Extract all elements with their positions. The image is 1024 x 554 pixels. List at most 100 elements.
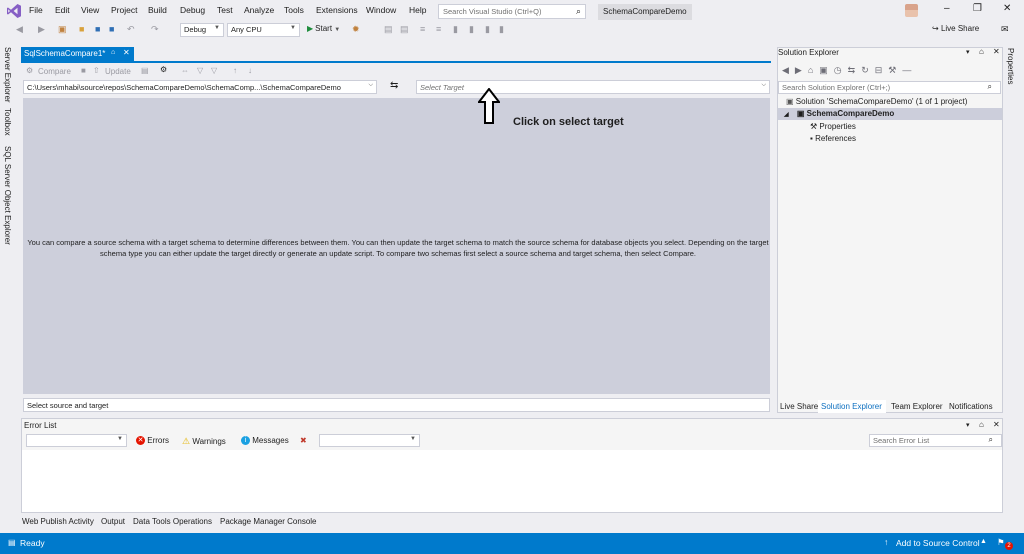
preview-icon[interactable]: — bbox=[902, 65, 917, 75]
previous-change-icon[interactable]: ↑ bbox=[233, 66, 237, 75]
tab-live-share[interactable]: Live Share bbox=[780, 402, 818, 411]
options-gear-icon[interactable]: ⚙ bbox=[160, 65, 167, 74]
back-icon[interactable]: ◀ bbox=[782, 65, 795, 75]
search-error-list-input[interactable]: Search Error List ⌕ bbox=[869, 434, 1002, 447]
feedback-icon[interactable]: ✉ bbox=[1001, 24, 1009, 35]
tab-web-publish-activity[interactable]: Web Publish Activity bbox=[22, 517, 94, 526]
filter-equal-icon[interactable]: ▽ bbox=[211, 66, 217, 75]
save-icon[interactable]: ■ bbox=[95, 24, 100, 34]
expand-arrow-icon[interactable]: ◢ bbox=[784, 112, 789, 118]
clear-filter-icon[interactable]: ✖ bbox=[300, 436, 307, 445]
tab-package-manager-console[interactable]: Package Manager Console bbox=[220, 517, 317, 526]
menu-debug[interactable]: Debug bbox=[180, 5, 205, 15]
window-position-icon[interactable]: ▾ bbox=[966, 48, 970, 56]
close-tab-icon[interactable]: ✕ bbox=[123, 48, 130, 57]
properties-side-tab[interactable]: Properties bbox=[1006, 48, 1015, 84]
search-solution-explorer-input[interactable]: Search Solution Explorer (Ctrl+;) ⌕ bbox=[778, 81, 1001, 94]
tab-team-explorer[interactable]: Team Explorer bbox=[891, 402, 943, 411]
step-over-icon[interactable]: ▤ bbox=[400, 24, 409, 35]
save-all-icon[interactable]: ■ bbox=[109, 24, 114, 34]
add-to-source-control-button[interactable]: Add to Source Control bbox=[896, 538, 980, 548]
pin-icon[interactable]: ⌂ bbox=[111, 49, 115, 56]
menu-build[interactable]: Build bbox=[148, 5, 167, 15]
window-position-icon[interactable]: ▾ bbox=[966, 421, 970, 429]
tab-solution-explorer[interactable]: Solution Explorer bbox=[818, 400, 886, 413]
properties-wrench-icon[interactable]: ⚒ bbox=[888, 65, 902, 75]
notifications-bell-icon[interactable]: ⚑ bbox=[997, 537, 1005, 548]
pin-icon[interactable]: ⌂ bbox=[979, 47, 984, 56]
source-schema-dropdown[interactable]: C:\Users\mhabi\source\repos\SchemaCompar… bbox=[23, 80, 377, 94]
menu-window[interactable]: Window bbox=[366, 5, 396, 15]
target-schema-dropdown[interactable]: Select Target ⌵ bbox=[416, 80, 770, 94]
toolbox-tab[interactable]: Toolbox bbox=[3, 108, 12, 136]
menu-analyze[interactable]: Analyze bbox=[244, 5, 274, 15]
generate-script-icon[interactable]: ▤ bbox=[141, 66, 149, 75]
user-avatar[interactable] bbox=[905, 4, 918, 17]
forward-icon[interactable]: ▶ bbox=[38, 24, 45, 35]
minimize-icon[interactable]: – bbox=[944, 3, 950, 14]
refresh-icon[interactable]: ↻ bbox=[861, 65, 875, 75]
tree-item-solution[interactable]: ▣ Solution 'SchemaCompareDemo' (1 of 1 p… bbox=[786, 97, 967, 106]
error-scope-dropdown[interactable]: ▼ bbox=[26, 434, 127, 447]
annotation-up-arrow-icon bbox=[478, 88, 500, 124]
sync-icon[interactable]: ⇆ bbox=[848, 65, 862, 75]
comment-icon[interactable]: ≡ bbox=[420, 24, 425, 34]
undo-icon[interactable]: ↶ bbox=[127, 24, 135, 35]
warnings-filter-toggle[interactable]: ⚠ Warnings bbox=[182, 436, 226, 447]
step-icon[interactable]: ▤ bbox=[384, 24, 393, 35]
bookmark-next-icon[interactable]: ▮ bbox=[485, 24, 490, 35]
sql-server-object-explorer-tab[interactable]: SQL Server Object Explorer bbox=[3, 146, 12, 245]
redo-icon[interactable]: ↷ bbox=[151, 24, 159, 35]
tab-sqlschemacompare[interactable]: SqlSchemaCompare1* ⌂ ✕ bbox=[21, 47, 134, 61]
uncomment-icon[interactable]: ≡ bbox=[436, 24, 441, 34]
group-results-icon[interactable]: ⇔ bbox=[181, 66, 189, 75]
browser-link-icon[interactable]: ✹ bbox=[352, 24, 360, 35]
tab-data-tools-operations[interactable]: Data Tools Operations bbox=[133, 517, 212, 526]
pending-changes-icon[interactable]: ◷ bbox=[834, 65, 848, 75]
menu-edit[interactable]: Edit bbox=[55, 5, 70, 15]
update-icon: ⇧ bbox=[93, 66, 100, 75]
build-intellisense-dropdown[interactable]: ▼ bbox=[319, 434, 420, 447]
collapse-icon[interactable]: ⊟ bbox=[875, 65, 889, 75]
open-folder-icon[interactable]: ■ bbox=[79, 24, 84, 34]
menu-test[interactable]: Test bbox=[217, 5, 233, 15]
bookmark-prev-icon[interactable]: ▮ bbox=[469, 24, 474, 35]
tree-item-project[interactable]: ◢ ▣ SchemaCompareDemo bbox=[784, 109, 894, 118]
tab-output[interactable]: Output bbox=[101, 517, 125, 526]
errors-filter-toggle[interactable]: ✕ Errors bbox=[136, 436, 169, 446]
menu-project[interactable]: Project bbox=[111, 5, 137, 15]
solution-platform-dropdown[interactable]: Any CPU ▼ bbox=[227, 23, 300, 37]
menu-file[interactable]: File bbox=[29, 5, 43, 15]
swap-source-target-icon[interactable]: ⇆ bbox=[390, 80, 398, 91]
new-project-icon[interactable]: ▣ bbox=[58, 24, 67, 35]
messages-filter-toggle[interactable]: i Messages bbox=[241, 436, 289, 446]
solution-configuration-dropdown[interactable]: Debug ▼ bbox=[180, 23, 224, 37]
tree-item-properties[interactable]: ⚒ Properties bbox=[810, 122, 856, 131]
back-icon[interactable]: ◀ bbox=[16, 24, 23, 35]
update-button[interactable]: Update bbox=[105, 67, 131, 76]
restore-icon[interactable]: ❐ bbox=[973, 3, 982, 14]
live-share-button[interactable]: ↪ Live Share bbox=[932, 24, 979, 33]
menu-tools[interactable]: Tools bbox=[284, 5, 304, 15]
stop-icon[interactable]: ■ bbox=[81, 66, 86, 75]
filter-icon[interactable]: ▽ bbox=[197, 66, 203, 75]
start-button[interactable]: ▶ Start ▼ bbox=[307, 24, 340, 33]
menu-help[interactable]: Help bbox=[409, 5, 426, 15]
close-window-icon[interactable]: ✕ bbox=[1003, 3, 1011, 14]
server-explorer-tab[interactable]: Server Explorer bbox=[3, 47, 12, 103]
search-visual-studio-input[interactable]: Search Visual Studio (Ctrl+Q) ⌕ bbox=[438, 4, 586, 19]
compare-button[interactable]: Compare bbox=[38, 67, 71, 76]
close-panel-icon[interactable]: ✕ bbox=[993, 420, 1000, 429]
tree-item-references[interactable]: ▪ References bbox=[810, 134, 856, 143]
pin-icon[interactable]: ⌂ bbox=[979, 420, 984, 429]
switch-views-icon[interactable]: ▣ bbox=[819, 65, 834, 75]
home-icon[interactable]: ⌂ bbox=[808, 65, 819, 75]
forward-icon[interactable]: ▶ bbox=[795, 65, 808, 75]
bookmark-clear-icon[interactable]: ▮ bbox=[499, 24, 504, 35]
next-change-icon[interactable]: ↓ bbox=[248, 66, 252, 75]
tab-notifications[interactable]: Notifications bbox=[949, 402, 993, 411]
menu-extensions[interactable]: Extensions bbox=[316, 5, 358, 15]
bookmark-icon[interactable]: ▮ bbox=[453, 24, 458, 35]
close-panel-icon[interactable]: ✕ bbox=[993, 47, 1000, 56]
menu-view[interactable]: View bbox=[81, 5, 99, 15]
